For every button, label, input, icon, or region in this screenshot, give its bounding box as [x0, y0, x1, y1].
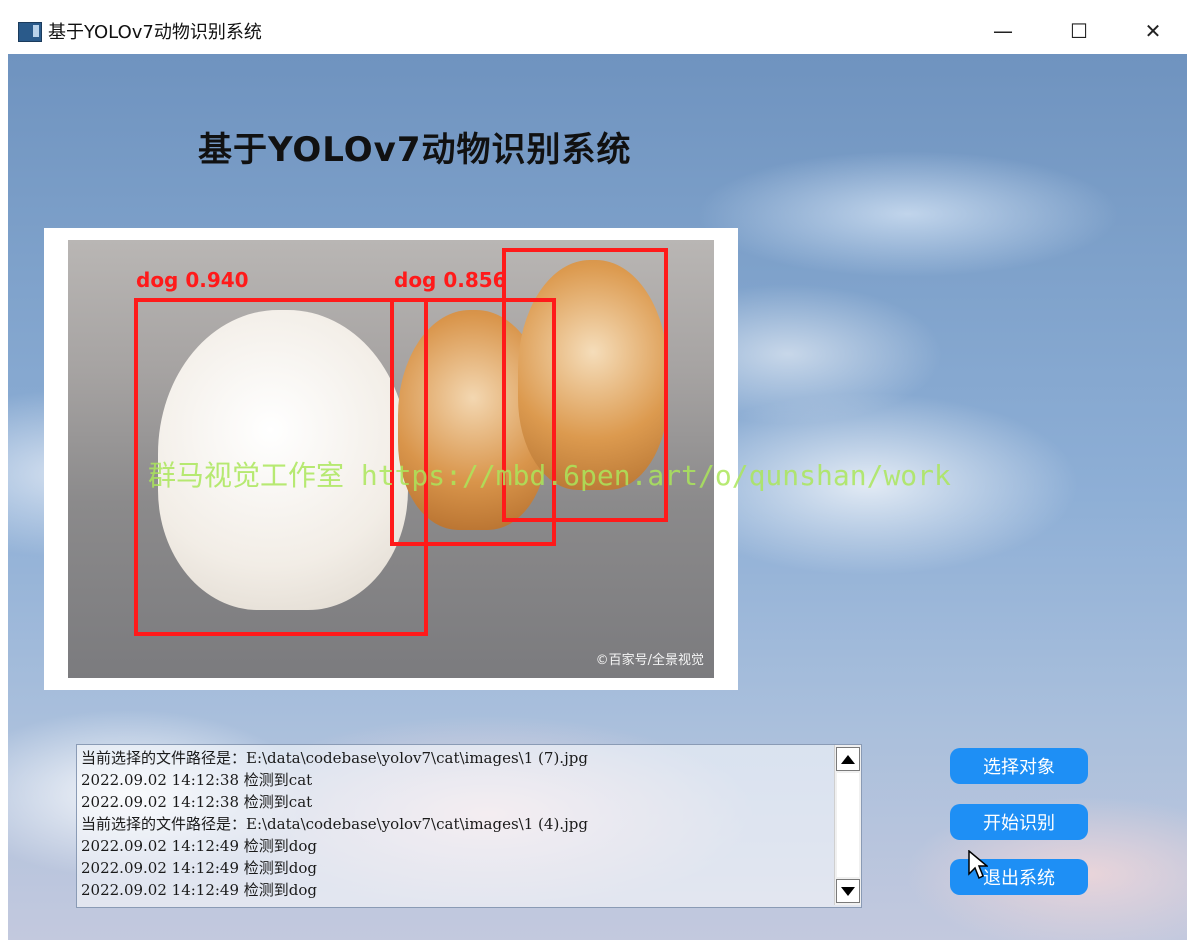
- log-line: 2022.09.02 14:12:38 检测到cat: [81, 793, 313, 811]
- main-area: 基于YOLOv7动物识别系统 dog 0.940 dog 0.856 ©百家号/…: [8, 54, 1187, 940]
- log-line: 2022.09.02 14:12:49 检测到dog: [81, 859, 318, 877]
- start-recognition-button[interactable]: 开始识别: [950, 804, 1088, 840]
- bounding-box-label: dog 0.940: [136, 268, 249, 292]
- maximize-button[interactable]: ☐: [1056, 14, 1102, 48]
- log-textbox[interactable]: 当前选择的文件路径是：E:\data\codebase\yolov7\cat\i…: [76, 744, 862, 908]
- watermark-text: 群马视觉工作室 https://mbd.6pen.art/o/qunshan/w…: [148, 459, 951, 492]
- log-line: 2022.09.02 14:12:49 检测到dog: [81, 881, 318, 899]
- log-scrollbar[interactable]: [834, 745, 861, 905]
- select-object-button[interactable]: 选择对象: [950, 748, 1088, 784]
- minimize-button[interactable]: —: [980, 14, 1026, 48]
- log-line: 2022.09.02 14:12:49 检测到dog: [81, 837, 318, 855]
- arrow-down-icon: [841, 886, 855, 896]
- scrollbar-thumb[interactable]: [837, 773, 859, 877]
- log-lines: 当前选择的文件路径是：E:\data\codebase\yolov7\cat\i…: [81, 747, 831, 901]
- log-line: 当前选择的文件路径是：E:\data\codebase\yolov7\cat\i…: [81, 815, 588, 833]
- log-line: 当前选择的文件路径是：E:\data\codebase\yolov7\cat\i…: [81, 749, 588, 767]
- scroll-down-button[interactable]: [836, 879, 860, 903]
- log-line: 2022.09.02 14:12:38 检测到cat: [81, 771, 313, 789]
- photo-credit: ©百家号/全景视觉: [595, 653, 704, 668]
- mouse-cursor-icon: [968, 850, 988, 880]
- window-titlebar: 基于YOLOv7动物识别系统 — ☐ ✕: [0, 0, 1191, 54]
- window-title: 基于YOLOv7动物识别系统: [48, 22, 262, 43]
- bounding-box-label: dog 0.856: [394, 268, 507, 292]
- app-icon: [18, 22, 42, 42]
- close-button[interactable]: ✕: [1130, 14, 1176, 48]
- arrow-up-icon: [841, 754, 855, 764]
- page-title: 基于YOLOv7动物识别系统: [198, 130, 632, 170]
- scroll-up-button[interactable]: [836, 747, 860, 771]
